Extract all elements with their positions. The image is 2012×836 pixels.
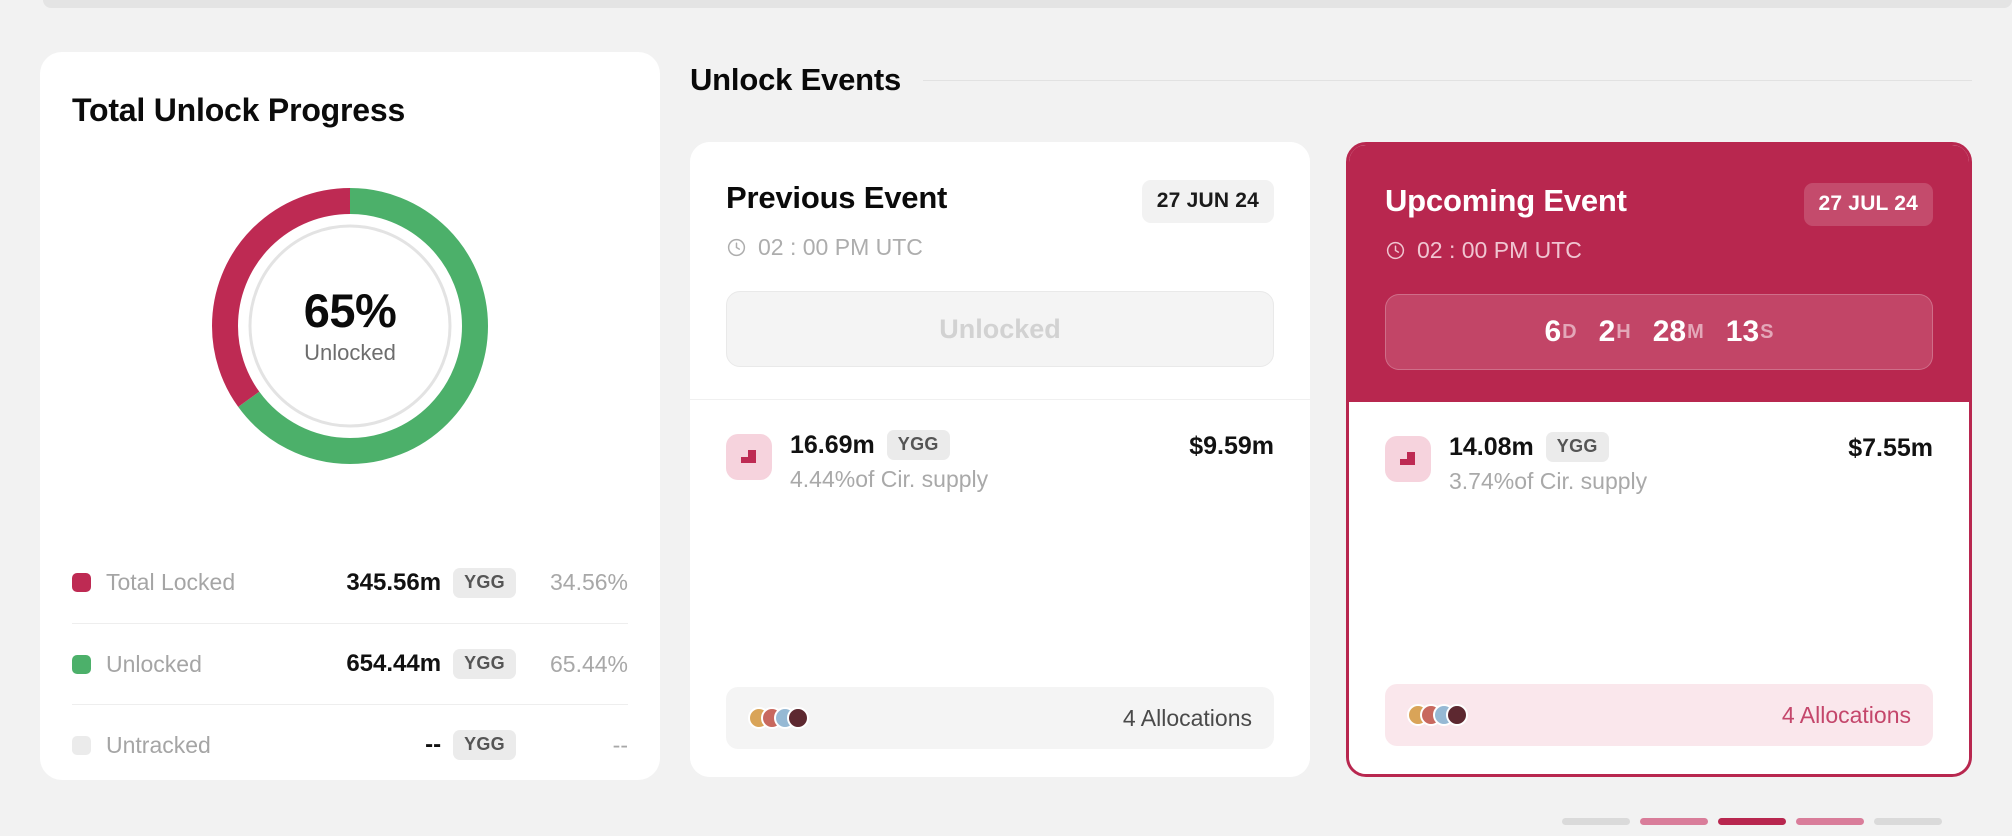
upcoming-event-title-row: Upcoming Event 27 JUL 24 xyxy=(1385,183,1933,226)
upcoming-event-amount-texts: 14.08m YGG 3.74%of Cir. supply xyxy=(1449,432,1830,495)
previous-event-title: Previous Event xyxy=(726,180,948,215)
upcoming-event-amount: 14.08m xyxy=(1449,432,1534,461)
countdown-days: 6 xyxy=(1544,315,1562,348)
step-chart-icon xyxy=(741,450,756,463)
legend-swatch-untracked xyxy=(72,735,91,755)
token-chip-total-locked: YGG xyxy=(453,567,516,598)
previous-event-time: 02 : 00 PM UTC xyxy=(758,234,923,260)
countdown-hours-unit: H xyxy=(1616,320,1631,343)
previous-event-status-pill: Unlocked xyxy=(726,291,1274,367)
legend-amount-total-locked: 345.56m xyxy=(346,568,442,596)
legend-amount-unlocked: 654.44m xyxy=(346,650,442,677)
pagination-bar-5[interactable] xyxy=(1874,818,1942,825)
unlock-step-icon xyxy=(1385,436,1431,482)
countdown-seconds-unit: S xyxy=(1760,320,1774,343)
previous-event-token-chip: YGG xyxy=(886,430,950,460)
header-divider xyxy=(923,79,1972,81)
upcoming-event-supply-note: 3.74%of Cir. supply xyxy=(1449,468,1648,494)
upcoming-event-allocations-footer[interactable]: 4 Allocations xyxy=(1385,684,1933,746)
countdown-hours: 2 xyxy=(1598,315,1616,348)
previous-event-supply-note: 4.44%of Cir. supply xyxy=(790,466,989,492)
unlock-legend: Total Locked 345.56m YGG 34.56% Unlocked… xyxy=(72,542,628,785)
countdown-seconds: 13 xyxy=(1725,315,1760,348)
pagination-bar-2[interactable] xyxy=(1640,818,1708,825)
token-chip-unlocked: YGG xyxy=(453,649,516,679)
previous-event-title-row: Previous Event 27 JUN 24 xyxy=(726,180,1274,223)
legend-label-untracked: Untracked xyxy=(106,731,211,758)
upcoming-event-countdown: 6D 2H 28 M 13 S xyxy=(1385,294,1933,370)
upcoming-event-title: Upcoming Event xyxy=(1385,183,1627,218)
upcoming-event-time: 02 : 00 PM UTC xyxy=(1417,237,1582,263)
pagination-bar-1[interactable] xyxy=(1562,818,1630,825)
unlock-events-header: Unlock Events xyxy=(690,62,1972,98)
legend-swatch-total-locked xyxy=(72,573,91,592)
previous-event-time-row: 02 : 00 PM UTC xyxy=(726,234,1274,261)
step-chart-icon xyxy=(1400,452,1415,465)
upcoming-event-usd-value: $7.55m xyxy=(1848,434,1933,462)
unlock-events-cards: Previous Event 27 JUN 24 02 : 00 PM UTC … xyxy=(690,142,1972,777)
previous-event-date-badge: 27 JUN 24 xyxy=(1141,180,1274,223)
pagination-bar-3-active[interactable] xyxy=(1718,818,1786,825)
previous-event-header: Previous Event 27 JUN 24 02 : 00 PM UTC … xyxy=(690,142,1310,400)
page-title: Total Unlock Progress xyxy=(72,92,406,128)
previous-event-body: 16.69m YGG 4.44%of Cir. supply $9.59m 4 … xyxy=(690,400,1310,777)
previous-event-amount: 16.69m xyxy=(790,430,875,459)
carousel-pagination[interactable] xyxy=(1562,818,1942,825)
pagination-bar-4[interactable] xyxy=(1796,818,1864,825)
upcoming-event-token-chip: YGG xyxy=(1545,432,1609,462)
legend-row-total-locked[interactable]: Total Locked 345.56m YGG 34.56% xyxy=(72,542,628,623)
avatar xyxy=(1446,704,1468,726)
avatar xyxy=(787,707,809,729)
previous-event-amount-line: 16.69m YGG xyxy=(790,430,1171,460)
previous-event-usd-value: $9.59m xyxy=(1189,432,1274,460)
donut-percent-value: 65% xyxy=(303,284,397,338)
legend-amount-untracked: -- xyxy=(425,731,442,758)
upcoming-event-time-row: 02 : 00 PM UTC xyxy=(1385,237,1933,264)
legend-row-unlocked[interactable]: Unlocked 654.44m YGG 65.44% xyxy=(72,623,628,704)
clock-icon xyxy=(727,238,746,257)
unlock-dashboard: Total Unlock Progress 65% Unlocked Total… xyxy=(0,0,2012,836)
clock-icon xyxy=(1386,241,1405,260)
previous-event-allocations-count: 4 Allocations xyxy=(1122,704,1252,731)
previous-event-amount-row: 16.69m YGG 4.44%of Cir. supply $9.59m xyxy=(726,430,1274,493)
legend-swatch-unlocked xyxy=(72,654,91,674)
previous-event-amount-texts: 16.69m YGG 4.44%of Cir. supply xyxy=(790,430,1171,493)
previous-event-avatar-group xyxy=(748,707,809,729)
countdown-days-unit: D xyxy=(1562,320,1577,343)
unlock-events-title: Unlock Events xyxy=(690,62,902,97)
upcoming-event-amount-row: 14.08m YGG 3.74%of Cir. supply $7.55m xyxy=(1385,432,1933,495)
legend-label-unlocked: Unlocked xyxy=(106,650,202,677)
upcoming-event-amount-line: 14.08m YGG xyxy=(1449,432,1830,462)
top-cutoff-strip xyxy=(43,0,2012,8)
legend-percent-untracked: -- xyxy=(612,731,628,758)
upcoming-event-card[interactable]: Upcoming Event 27 JUL 24 02 : 00 PM UTC … xyxy=(1346,142,1972,777)
previous-event-allocations-footer[interactable]: 4 Allocations xyxy=(726,687,1274,749)
legend-percent-unlocked: 65.44% xyxy=(549,650,628,677)
legend-label-total-locked: Total Locked xyxy=(106,569,236,595)
unlock-donut-chart: 65% Unlocked xyxy=(208,184,492,468)
token-chip-untracked: YGG xyxy=(453,730,516,760)
countdown-minutes-unit: M xyxy=(1687,320,1704,343)
countdown-minutes: 28 xyxy=(1652,315,1687,348)
upcoming-event-body: 14.08m YGG 3.74%of Cir. supply $7.55m 4 … xyxy=(1349,402,1969,774)
donut-center-label: 65% Unlocked xyxy=(208,184,492,468)
previous-event-status-label: Unlocked xyxy=(939,313,1061,344)
donut-percent-caption: Unlocked xyxy=(304,339,396,365)
upcoming-event-date-badge: 27 JUL 24 xyxy=(1803,183,1933,226)
upcoming-event-allocations-count: 4 Allocations xyxy=(1781,701,1911,728)
upcoming-event-header: Upcoming Event 27 JUL 24 02 : 00 PM UTC … xyxy=(1349,145,1969,402)
legend-percent-total-locked: 34.56% xyxy=(549,569,628,595)
legend-row-untracked[interactable]: Untracked -- YGG -- xyxy=(72,704,628,785)
upcoming-event-avatar-group xyxy=(1407,704,1468,726)
previous-event-card[interactable]: Previous Event 27 JUN 24 02 : 00 PM UTC … xyxy=(690,142,1310,777)
unlock-step-icon xyxy=(726,434,772,480)
total-unlock-progress-card: Total Unlock Progress 65% Unlocked Total… xyxy=(40,52,660,780)
